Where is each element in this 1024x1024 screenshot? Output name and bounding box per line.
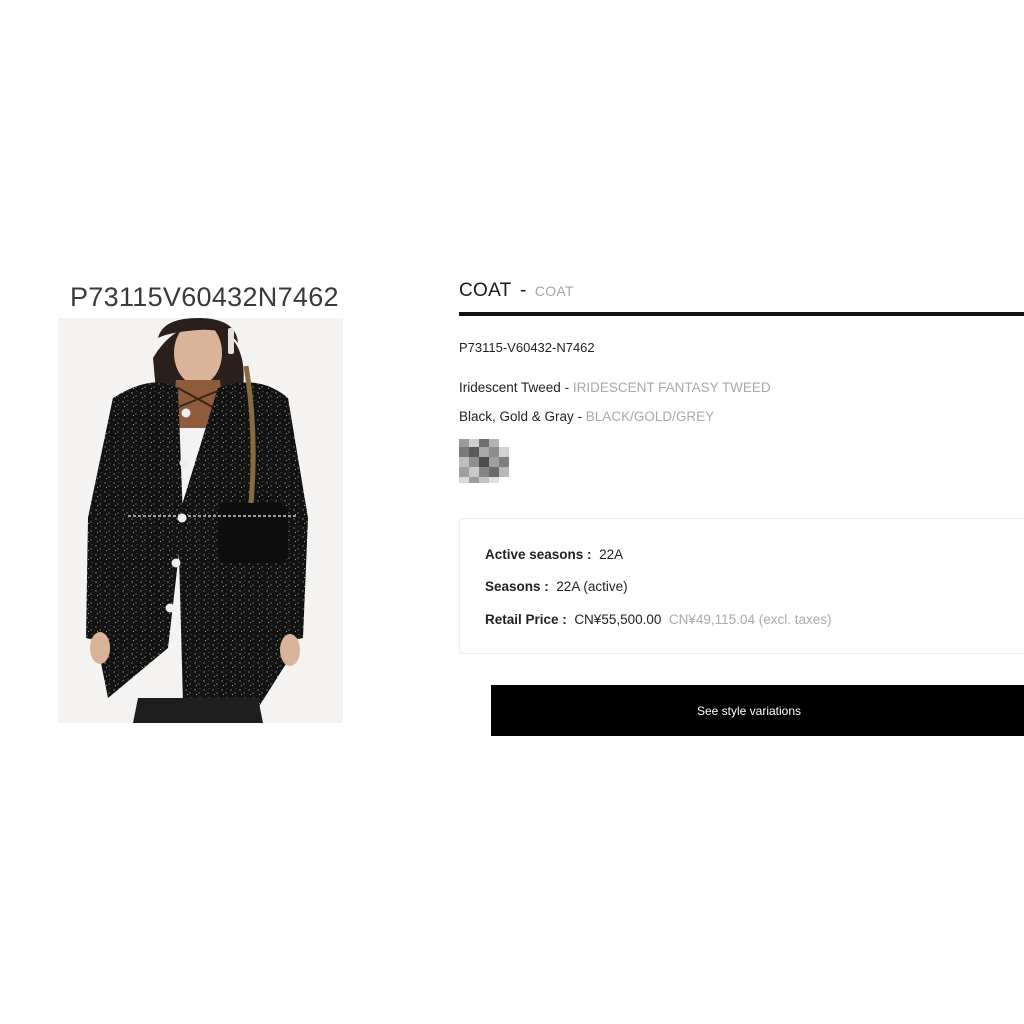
retail-price-excl-taxes: CN¥49,115.04 (excl. taxes) bbox=[668, 612, 832, 627]
retail-price-label: Retail Price : bbox=[485, 612, 567, 627]
see-style-variations-button[interactable]: See style variations bbox=[491, 685, 1024, 736]
active-seasons-row: Active seasons : 22A bbox=[485, 547, 623, 562]
title-separator: - bbox=[520, 280, 527, 301]
material-label: Iridescent Tweed bbox=[459, 380, 561, 395]
seasons-row: Seasons : 22A (active) bbox=[485, 579, 628, 594]
color-value: BLACK/GOLD/GREY bbox=[585, 409, 715, 424]
season-price-panel: Active seasons : 22A Seasons : 22A (acti… bbox=[459, 518, 1024, 654]
active-seasons-label: Active seasons : bbox=[485, 547, 592, 562]
category-name: COAT bbox=[459, 280, 512, 301]
reference-number: P73115-V60432-N7462 bbox=[459, 340, 595, 355]
material-line: Iridescent Tweed - IRIDESCENT FANTASY TW… bbox=[459, 380, 771, 395]
color-swatch[interactable] bbox=[459, 437, 511, 483]
color-line: Black, Gold & Gray - BLACK/GOLD/GREY bbox=[459, 409, 714, 424]
material-separator: - bbox=[560, 380, 573, 395]
seasons-label: Seasons : bbox=[485, 579, 549, 594]
retail-price-value: CN¥55,500.00 bbox=[574, 612, 662, 627]
seasons-value: 22A (active) bbox=[556, 579, 628, 594]
retail-price-row: Retail Price : CN¥55,500.00 CN¥49,115.04… bbox=[485, 612, 832, 627]
product-code-heading: P73115V60432N7462 bbox=[70, 282, 339, 312]
product-photo bbox=[58, 318, 343, 723]
see-style-variations-label: See style variations bbox=[696, 703, 802, 718]
color-label: Black, Gold & Gray bbox=[459, 409, 574, 424]
product-title: COAT - COAT bbox=[459, 281, 574, 300]
category-sub: COAT bbox=[534, 283, 574, 299]
color-separator: - bbox=[573, 409, 586, 424]
active-seasons-value: 22A bbox=[599, 547, 624, 562]
product-page: P73115V60432N7462 COAT - COAT P73115-V60… bbox=[0, 0, 1024, 1024]
material-value: IRIDESCENT FANTASY TWEED bbox=[572, 380, 771, 395]
title-divider bbox=[459, 312, 1024, 316]
